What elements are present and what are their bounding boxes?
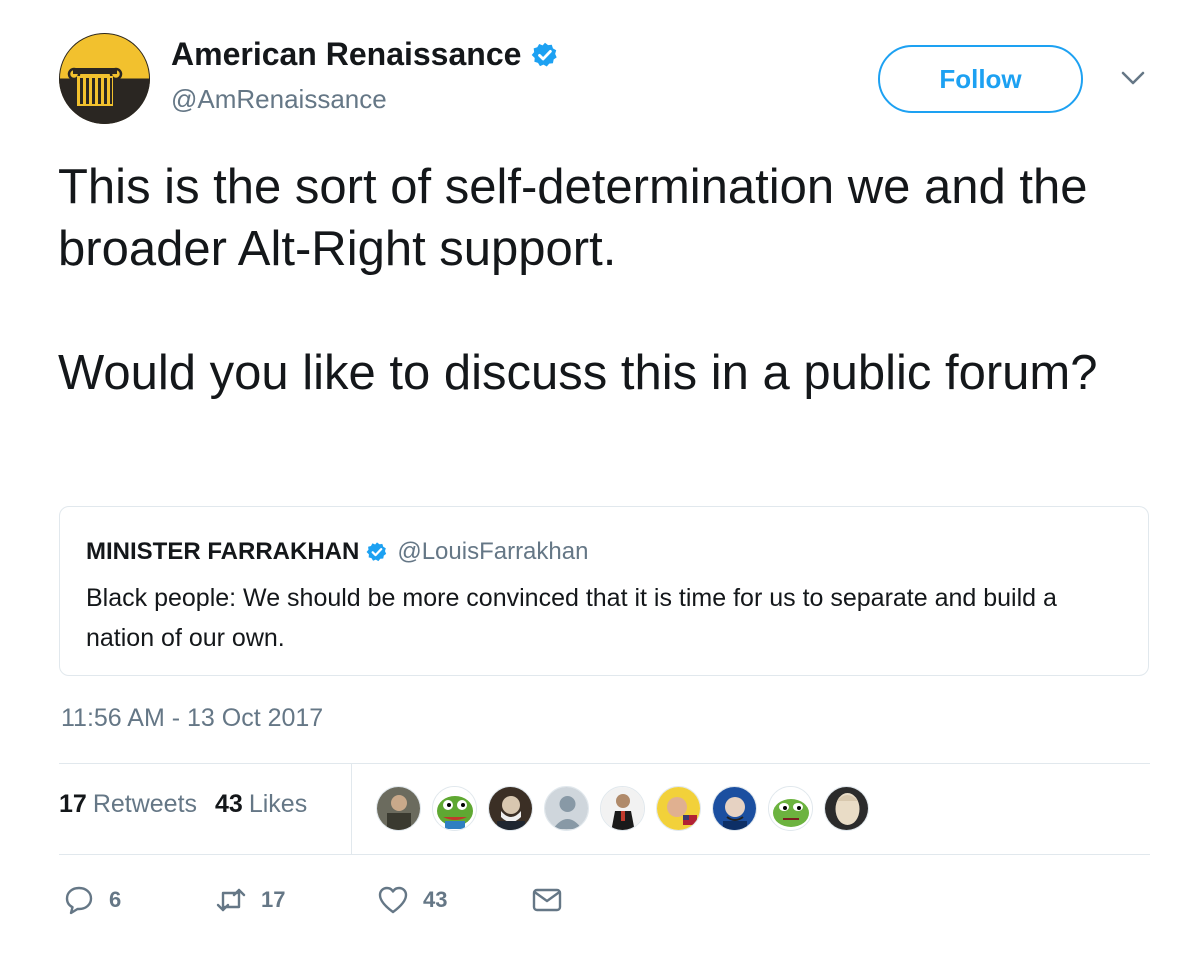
retweets-count: 17 [59, 790, 87, 818]
author-handle[interactable]: @AmRenaissance [171, 84, 387, 115]
quoted-author-handle: @LouisFarrakhan [397, 538, 589, 565]
liker-avatar[interactable] [824, 786, 869, 831]
quoted-tweet-text: Black people: We should be more convince… [86, 584, 1057, 652]
like-count: 43 [423, 887, 448, 912]
reply-icon [65, 886, 93, 915]
retweet-count: 17 [261, 887, 286, 912]
liker-avatar[interactable] [376, 786, 421, 831]
retweet-button[interactable]: 17 [215, 880, 285, 920]
retweet-icon [216, 888, 246, 912]
author-name-row[interactable]: American Renaissance [171, 36, 559, 73]
tweet-timestamp[interactable]: 11:56 AM - 13 Oct 2017 [61, 704, 323, 733]
tweet-paragraph: Would you like to discuss this in a publ… [58, 346, 1098, 400]
direct-message-button[interactable] [531, 880, 563, 920]
liker-avatar[interactable] [600, 786, 645, 831]
liker-avatar[interactable] [768, 786, 813, 831]
follow-button[interactable]: Follow [878, 45, 1083, 113]
liker-avatar[interactable] [432, 786, 477, 831]
likes-label: Likes [248, 790, 308, 818]
divider [59, 854, 1150, 855]
liker-avatars [376, 786, 880, 831]
tweet-text: This is the sort of self-determination w… [58, 156, 1158, 404]
quoted-tweet-header: MINISTER FARRAKHAN @LouisFarrakhan [86, 538, 588, 566]
envelope-icon [532, 888, 562, 912]
stats-divider [351, 764, 352, 854]
author-avatar[interactable] [59, 33, 150, 124]
like-button[interactable]: 43 [377, 880, 447, 920]
column-logo-icon [59, 33, 150, 124]
liker-avatar[interactable] [488, 786, 533, 831]
divider [59, 763, 1150, 764]
verified-badge-icon [532, 42, 558, 67]
retweets-label: Retweets [92, 790, 198, 818]
liker-avatar[interactable] [544, 786, 589, 831]
author-display-name[interactable]: American Renaissance [171, 36, 521, 73]
heart-icon [378, 886, 408, 914]
tweet-paragraph: This is the sort of self-determination w… [58, 160, 1088, 276]
quoted-author-name: MINISTER FARRAKHAN [86, 538, 360, 565]
tweet-stats: 17 Retweets 43 Likes [59, 790, 325, 819]
reply-button[interactable]: 6 [63, 880, 121, 920]
verified-badge-icon [366, 542, 387, 562]
retweets-stat[interactable]: 17 Retweets [59, 790, 197, 819]
likes-stat[interactable]: 43 Likes [215, 790, 307, 819]
liker-avatar[interactable] [712, 786, 757, 831]
likes-count: 43 [215, 790, 243, 818]
quoted-tweet[interactable]: MINISTER FARRAKHAN @LouisFarrakhan Black… [59, 506, 1149, 676]
chevron-down-icon[interactable] [1118, 66, 1148, 90]
liker-avatar[interactable] [656, 786, 701, 831]
reply-count: 6 [109, 887, 122, 912]
